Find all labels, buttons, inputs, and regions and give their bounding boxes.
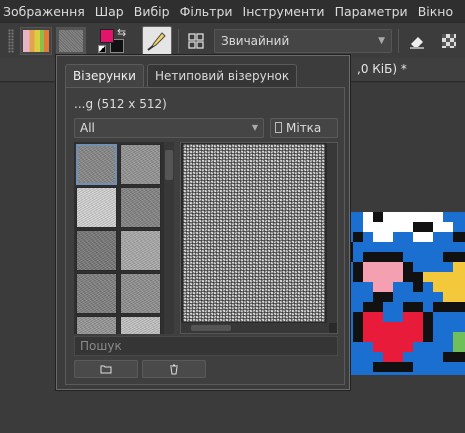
menu-window[interactable]: Вікно xyxy=(413,4,458,19)
pattern-thumbnail[interactable] xyxy=(76,230,117,271)
pattern-icon xyxy=(59,30,83,52)
pattern-thumbnail[interactable] xyxy=(76,187,117,228)
pattern-thumbnail[interactable] xyxy=(120,316,161,334)
menu-filters[interactable]: Фільтри xyxy=(175,4,238,19)
popup-tab-bar: Візерунки Нетиповий візерунок xyxy=(65,64,300,88)
pattern-preview-image xyxy=(183,144,325,322)
menu-layer[interactable]: Шар xyxy=(90,4,129,19)
preview-horizontal-scrollbar[interactable] xyxy=(181,323,329,333)
open-pattern-button[interactable] xyxy=(74,360,138,378)
toolbar-separator xyxy=(178,29,179,53)
presets-grid-icon xyxy=(188,33,204,49)
pattern-thumbnail[interactable] xyxy=(120,187,161,228)
alpha-lock-icon xyxy=(442,34,456,48)
tag-button-label: Мітка xyxy=(286,121,322,135)
scrollbar-handle[interactable] xyxy=(191,325,231,331)
gradient-icon xyxy=(23,30,49,52)
pattern-search-input[interactable]: Пошук xyxy=(74,336,338,356)
pattern-thumbnail[interactable] xyxy=(76,144,117,185)
pattern-thumbnail[interactable] xyxy=(120,273,161,314)
pattern-thumbnail[interactable] xyxy=(120,230,161,271)
brush-preset-button[interactable] xyxy=(142,26,172,56)
pattern-thumbnail-grid[interactable] xyxy=(74,142,164,334)
tool-options-bar: ⇆ Звичайний ▼ xyxy=(0,22,465,58)
pattern-chooser-popup: Візерунки Нетиповий візерунок ...g (512 … xyxy=(56,55,350,390)
foreground-color-swatch[interactable] xyxy=(100,29,114,43)
chevron-down-icon: ▼ xyxy=(378,36,385,46)
preview-vertical-scrollbar[interactable] xyxy=(327,143,337,323)
thumbnail-scrollbar[interactable] xyxy=(164,142,174,334)
menu-tools[interactable]: Інструменти xyxy=(238,4,330,19)
menu-select[interactable]: Вибір xyxy=(129,4,175,19)
menu-bar: Зображення Шар Вибір Фільтри Інструменти… xyxy=(0,0,465,22)
pattern-button[interactable] xyxy=(56,27,86,55)
toolbar-grip-handle[interactable] xyxy=(8,29,14,53)
pattern-thumbnail[interactable] xyxy=(120,144,161,185)
blend-mode-value: Звичайний xyxy=(221,34,290,48)
pattern-name-label: ...g (512 x 512) xyxy=(74,97,167,111)
brush-icon xyxy=(147,32,166,51)
pattern-thumbnail[interactable] xyxy=(76,273,117,314)
eraser-mode-button[interactable] xyxy=(404,28,430,54)
pattern-thumbnail[interactable] xyxy=(76,316,117,334)
eraser-icon xyxy=(410,37,424,49)
gradient-button[interactable] xyxy=(20,27,52,55)
delete-pattern-button[interactable] xyxy=(142,360,206,378)
preserve-alpha-button[interactable] xyxy=(436,28,462,54)
tag-filter-value: All xyxy=(80,121,95,135)
toolbar-separator xyxy=(398,29,399,53)
trash-icon xyxy=(170,364,178,374)
patterns-tab-panel: ...g (512 x 512) All ▼ Мітка Пошук xyxy=(65,87,345,385)
tag-filter-select[interactable]: All ▼ xyxy=(74,118,264,138)
folder-icon xyxy=(100,365,112,374)
reset-colors-icon[interactable] xyxy=(98,45,106,53)
tab-custom-pattern[interactable]: Нетиповий візерунок xyxy=(146,64,298,87)
tab-patterns[interactable]: Візерунки xyxy=(65,64,144,87)
tag-button[interactable]: Мітка xyxy=(270,118,338,138)
presets-button[interactable] xyxy=(184,29,208,53)
menu-settings[interactable]: Параметри xyxy=(330,4,413,19)
color-selector[interactable]: ⇆ xyxy=(96,26,132,56)
document-tab-title[interactable]: ,0 КіБ) * xyxy=(357,62,407,76)
tag-icon xyxy=(275,122,282,133)
blend-mode-select[interactable]: Звичайний ▼ xyxy=(214,29,392,53)
scrollbar-handle[interactable] xyxy=(165,150,173,180)
pattern-preview xyxy=(180,142,338,334)
menu-image[interactable]: Зображення xyxy=(0,4,90,19)
chevron-down-icon: ▼ xyxy=(251,123,258,132)
swap-colors-icon[interactable]: ⇆ xyxy=(117,26,126,39)
